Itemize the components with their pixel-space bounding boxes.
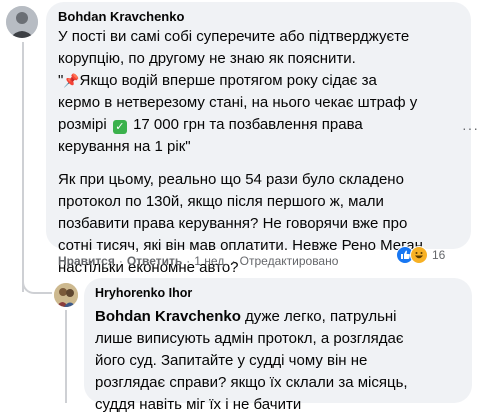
reactions-summary[interactable]: 16: [396, 246, 445, 264]
quote-line: "📌Якщо водій вперше протягом року сідає …: [58, 70, 423, 92]
comment-line: корупцію, по другому не знаю як пояснити…: [58, 50, 356, 67]
reply-thread-line: [65, 310, 67, 403]
separator: ·: [231, 254, 236, 268]
like-button[interactable]: Нравится: [58, 254, 115, 268]
comment-line: позбавити права керування? Не говорячи в…: [58, 215, 408, 232]
comment-author[interactable]: Bohdan Kravchenko: [58, 9, 184, 24]
reply-button[interactable]: Ответить: [127, 254, 182, 268]
commenter-avatar[interactable]: [6, 6, 38, 38]
haha-reaction-icon: [410, 246, 428, 264]
quote-text: 17 000 грн та позбавлення права: [133, 116, 363, 133]
quote-line: керування на 1 рік": [58, 138, 191, 155]
reply-line: суддя навіть міг їх і не бачити: [95, 396, 302, 413]
comment-line: У пості ви самі собі суперечите або підт…: [58, 28, 410, 45]
quote-line: кермо в нетверезому стані, на нього чека…: [58, 94, 418, 111]
comment-actions: Нравится · Ответить · 1 нед. · Отредактировано: [58, 254, 338, 268]
quote-text: Якщо водій вперше протягом року сідає за: [79, 72, 377, 89]
quote-line: розмірі ✓ 17 000 грн та позбавлення прав…: [58, 114, 423, 136]
reply-avatar[interactable]: [54, 283, 78, 307]
separator: ·: [118, 254, 123, 268]
reply-line: Bohdan Kravchenko дуже легко, патрульні: [95, 306, 408, 328]
comment-body: У пості ви самі собі суперечите або підт…: [58, 26, 423, 279]
thread-line: [22, 42, 24, 292]
reply-text: дуже легко, патрульні: [245, 308, 397, 325]
pin-icon: 📌: [63, 73, 80, 88]
thread-curve: [22, 272, 52, 294]
mention-link[interactable]: Bohdan Kravchenko: [95, 308, 241, 325]
more-options-icon[interactable]: ···: [462, 120, 479, 136]
reply-line: розглядає справи? якщо їх склали за міся…: [95, 374, 408, 391]
check-mark-icon: ✓: [112, 120, 127, 134]
reaction-count: 16: [432, 248, 446, 262]
separator: ·: [186, 254, 191, 268]
reply-line: лише виписують адмін протокл, а розгляда…: [95, 330, 404, 347]
timestamp[interactable]: 1 нед.: [194, 254, 227, 268]
edited-label: Отредактировано: [239, 254, 339, 268]
reply-author[interactable]: Hryhorenko Ihor: [95, 286, 192, 300]
quote-text: розмірі: [58, 116, 107, 133]
reply-line: його суд. Запитайте у судді чому він не: [95, 352, 368, 369]
comment-line: протокол по 130й, якщо після першого ж, …: [58, 193, 384, 210]
reply-body: Bohdan Kravchenko дуже легко, патрульні …: [95, 306, 408, 416]
comment-line: Як при цьому, реально що 54 рази було ск…: [58, 171, 404, 188]
